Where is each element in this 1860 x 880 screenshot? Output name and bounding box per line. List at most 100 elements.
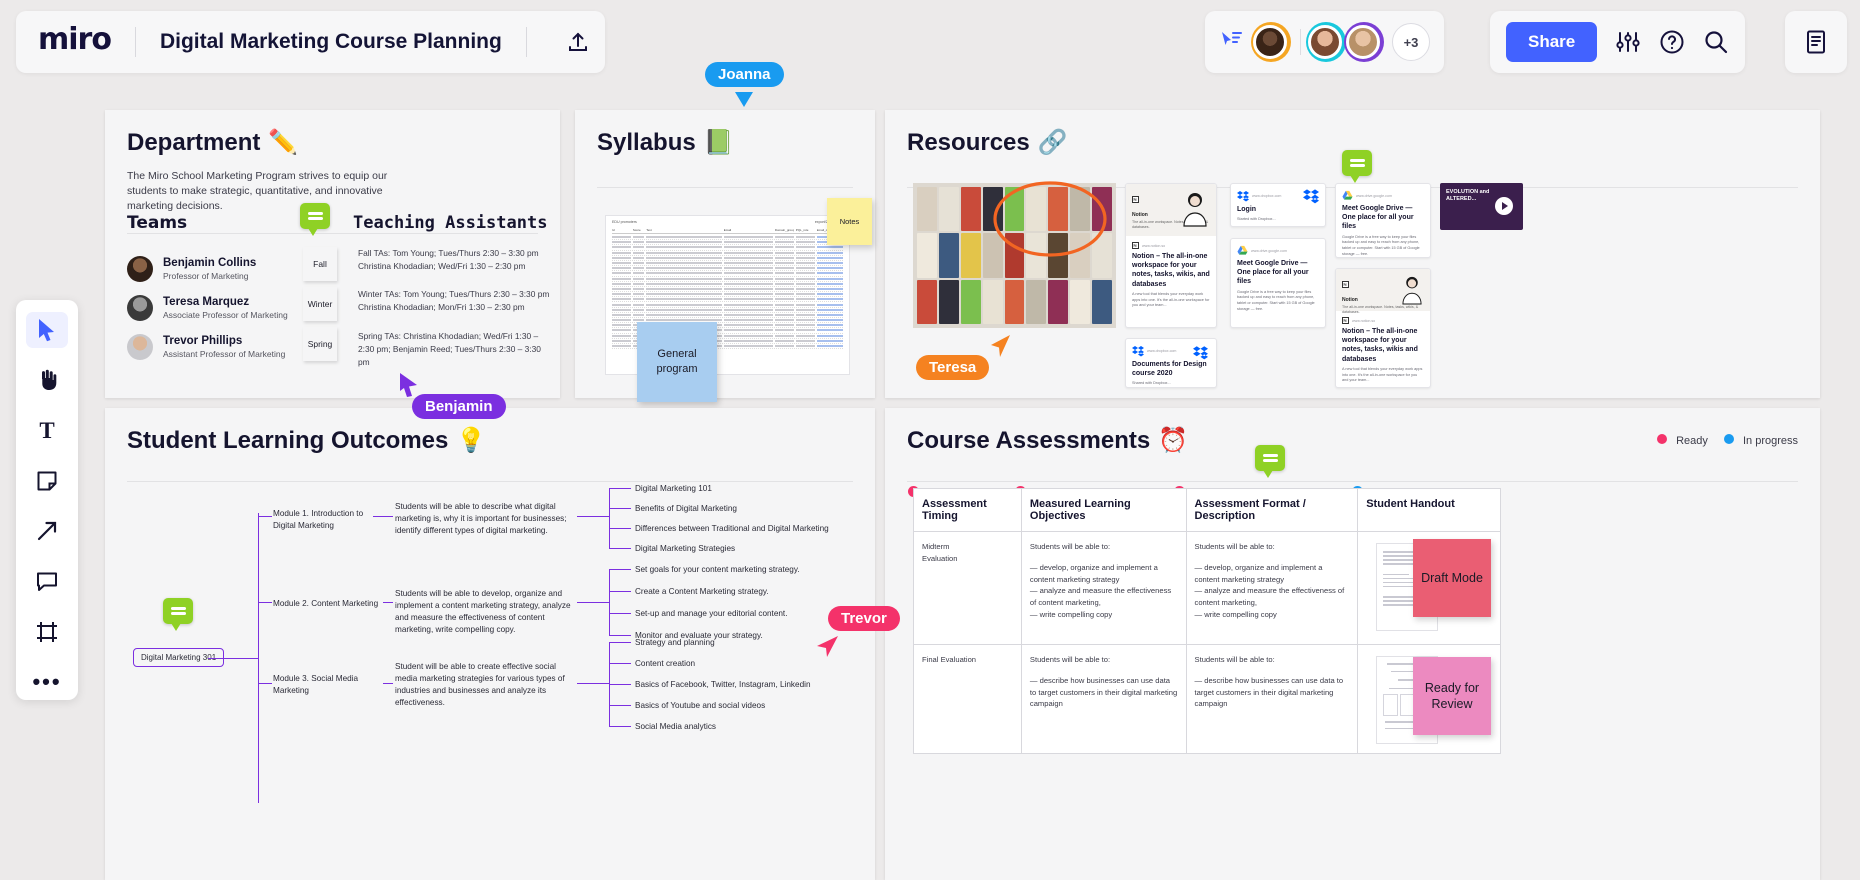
hand-icon xyxy=(42,370,57,391)
mindmap-module-2-label[interactable]: Module 2. Content Marketing xyxy=(273,598,383,610)
search-icon[interactable] xyxy=(1703,29,1729,55)
mindmap-topic[interactable]: Set goals for your content marketing str… xyxy=(635,564,800,576)
miro-board-canvas[interactable]: miro Digital Marketing Course Planning +… xyxy=(0,0,1860,880)
divider xyxy=(525,27,527,57)
avatar[interactable] xyxy=(1251,22,1291,62)
select-tool[interactable] xyxy=(26,312,68,349)
card-url: www.dropbox.com xyxy=(1252,194,1282,198)
frame-department[interactable]: Department ✏️ The Miro School Marketing … xyxy=(105,110,560,398)
mindmap-module-3-label[interactable]: Module 3. Social Media Marketing xyxy=(273,673,373,697)
mindmap-topic[interactable]: Basics of Facebook, Twitter, Instagram, … xyxy=(635,679,811,691)
mindmap-topic[interactable]: Differences between Traditional and Digi… xyxy=(635,523,829,535)
mindmap-module-2-outcome[interactable]: Students will be able to develop, organi… xyxy=(395,588,577,636)
question-circle-icon[interactable] xyxy=(1659,29,1685,55)
connector xyxy=(609,726,631,727)
column-header: Measured Learning Objectives xyxy=(1020,488,1187,532)
miro-logo[interactable]: miro xyxy=(38,25,112,59)
hand-tool[interactable] xyxy=(26,362,68,398)
frame-student-learning-outcomes[interactable]: Student Learning Outcomes 💡 Digital Mark… xyxy=(105,408,875,880)
link-card-google-drive-2[interactable]: www.drive.google.com Meet Google Drive —… xyxy=(1335,183,1431,258)
ta-note-spring: Spring TAs: Christina Khodadian; Wed/Fri… xyxy=(358,331,541,368)
comment-tool[interactable] xyxy=(26,563,68,599)
upload-icon[interactable] xyxy=(551,30,605,54)
frame-syllabus[interactable]: Syllabus 📗 EDU promoters export/20200512… xyxy=(575,110,875,402)
season-chip-spring[interactable]: Spring xyxy=(303,327,337,361)
text-tool[interactable]: T xyxy=(26,413,68,449)
sticky-note-tool[interactable] xyxy=(26,463,68,499)
sticky-note-notes[interactable]: Notes xyxy=(827,198,872,245)
mindmap-topic[interactable]: Digital Marketing Strategies xyxy=(635,543,735,555)
more-collaborators-count[interactable]: +3 xyxy=(1392,23,1430,61)
connector xyxy=(577,602,609,603)
card-description: Shared with Dropbox... xyxy=(1132,381,1171,386)
page-title[interactable]: Digital Marketing Course Planning xyxy=(160,30,502,54)
live-cursor-joanna: Joanna xyxy=(705,62,784,107)
mindmap-module-3-outcome[interactable]: Student will be able to create effective… xyxy=(395,661,577,709)
mindmap-module-1-label[interactable]: Module 1. Introduction to Digital Market… xyxy=(273,508,368,532)
notion-icon xyxy=(1132,242,1139,249)
sliders-icon[interactable] xyxy=(1615,30,1641,54)
comment-sticker-icon[interactable] xyxy=(300,203,330,236)
connector xyxy=(609,591,631,592)
pencil-emoji: ✏️ xyxy=(268,129,299,156)
cell-format: Students will be able to: — describe how… xyxy=(1185,644,1359,754)
document-panel-button[interactable] xyxy=(1785,11,1847,73)
link-card-notion-1[interactable]: Notion The all-in-one workspace. Notes, … xyxy=(1125,183,1217,328)
lightbulb-emoji: 💡 xyxy=(456,427,487,454)
play-icon[interactable] xyxy=(1495,197,1513,215)
ta-note-fall: Fall TAs: Tom Young; Tues/Thurs 2:30 – 3… xyxy=(358,248,539,272)
frame-tool[interactable] xyxy=(26,614,68,650)
arrow-icon xyxy=(37,522,57,541)
card-title: Documents for Design course 2020 xyxy=(1132,361,1207,378)
illustration xyxy=(1402,276,1422,305)
sticky-note-general-program[interactable]: General program xyxy=(637,322,717,402)
mindmap-topic[interactable]: Content creation xyxy=(635,658,695,670)
mindmap-topic[interactable]: Basics of Youtube and social videos xyxy=(635,700,765,712)
mindmap-topic[interactable]: Set-up and manage your editorial content… xyxy=(635,608,787,620)
cell-timing: Midterm Evaluation xyxy=(913,531,1022,645)
mindmap-topic[interactable]: Digital Marketing 101 xyxy=(635,483,712,495)
comment-sticker-icon[interactable] xyxy=(1255,445,1285,478)
link-card-dropbox-documents[interactable]: www.dropbox.com Documents for Design cou… xyxy=(1125,338,1217,388)
dots-icon: ••• xyxy=(32,669,62,695)
avatar[interactable] xyxy=(1306,22,1346,62)
mindmap-module-1-outcome[interactable]: Students will be able to describe what d… xyxy=(395,501,575,537)
person-name: Benjamin Collins xyxy=(163,257,257,270)
link-card-dropbox-login[interactable]: www.dropbox.com Login Started with Dropb… xyxy=(1230,183,1326,227)
legend-item-in-progress: In progress xyxy=(1723,434,1798,447)
column-header: Assessment Timing xyxy=(913,488,1022,532)
person-name: Teresa Marquez xyxy=(163,296,250,309)
sticky-note-ready-for-review[interactable]: Ready for Review xyxy=(1413,657,1491,735)
mindmap-topic[interactable]: Strategy and planning xyxy=(635,637,715,649)
avatar[interactable] xyxy=(1344,22,1384,62)
card-description: A new tool that blends your everyday wor… xyxy=(1132,291,1210,308)
video-card[interactable]: EVOLUTION and ALTERED... xyxy=(1440,183,1523,230)
card-url: www.drive.google.com xyxy=(1251,248,1287,253)
season-chip-winter[interactable]: Winter xyxy=(303,287,337,321)
top-bar: miro Digital Marketing Course Planning +… xyxy=(0,0,1860,84)
connector xyxy=(383,602,393,603)
comment-sticker-icon[interactable] xyxy=(1342,150,1372,183)
cursor-icon xyxy=(817,636,838,657)
mindmap-topic[interactable]: Create a Content Marketing strategy. xyxy=(635,586,769,598)
left-toolbar[interactable]: T ••• xyxy=(16,300,78,700)
card-description: Started with Dropbox... xyxy=(1237,217,1276,222)
arrow-tool[interactable] xyxy=(26,513,68,549)
share-button[interactable]: Share xyxy=(1506,22,1598,62)
more-tools[interactable]: ••• xyxy=(26,664,68,700)
orange-ellipse-annotation[interactable] xyxy=(990,178,1110,260)
cursor-share-icon[interactable] xyxy=(1219,30,1245,55)
frame-resources[interactable]: Resources 🔗 Notion The all-in-one worksp… xyxy=(885,110,1820,398)
connector xyxy=(577,516,609,517)
sticky-note-draft-mode[interactable]: Draft Mode xyxy=(1413,539,1491,617)
link-card-notion-2[interactable]: Notion The all-in-one workspace. Notes, … xyxy=(1335,268,1431,388)
cell-timing: Final Evaluation xyxy=(913,644,1022,754)
mindmap-topic[interactable]: Benefits of Digital Marketing xyxy=(635,503,737,515)
link-card-google-drive-1[interactable]: www.drive.google.com Meet Google Drive —… xyxy=(1230,238,1326,328)
dropbox-icon xyxy=(1193,346,1208,360)
frame-course-assessments[interactable]: Course Assessments ⏰ Ready In progress A… xyxy=(885,408,1820,880)
season-chip-fall[interactable]: Fall xyxy=(303,247,337,281)
comment-sticker-icon[interactable] xyxy=(163,598,193,631)
mindmap-topic[interactable]: Social Media analytics xyxy=(635,721,716,733)
connector xyxy=(258,516,272,517)
